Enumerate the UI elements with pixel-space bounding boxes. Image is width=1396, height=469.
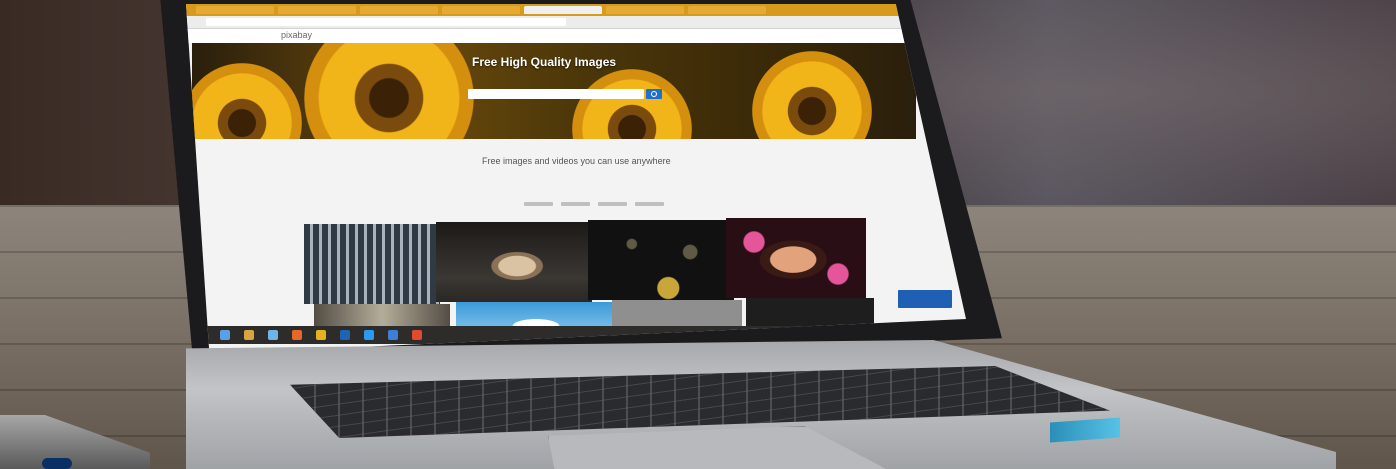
image-thumbnail[interactable] — [436, 222, 592, 302]
browser-tab[interactable] — [278, 6, 356, 14]
filter-tab[interactable] — [524, 202, 553, 206]
app-icon[interactable] — [340, 330, 350, 340]
app-icon[interactable] — [412, 330, 422, 340]
address-bar[interactable] — [206, 18, 566, 26]
filter-tab[interactable] — [561, 202, 590, 206]
site-logo[interactable]: pixabay — [281, 30, 312, 40]
browser-tab-active[interactable] — [524, 6, 602, 14]
sunflower — [572, 69, 692, 139]
app-icon[interactable] — [388, 330, 398, 340]
sunflower — [192, 63, 302, 139]
photo-scene: pixabay Free High Quality Images Free im… — [0, 0, 1396, 469]
hero-search-input[interactable] — [468, 89, 644, 99]
browser-toolbar — [186, 16, 966, 29]
image-thumbnail[interactable] — [304, 224, 440, 304]
app-icon[interactable] — [268, 330, 278, 340]
page-subtitle: Free images and videos you can use anywh… — [482, 156, 671, 166]
browser-tab[interactable] — [606, 6, 684, 14]
browser-tab[interactable] — [688, 6, 766, 14]
browser-tab[interactable] — [196, 6, 274, 14]
cta-button[interactable] — [898, 290, 952, 308]
browser-tab-bar — [186, 4, 966, 16]
image-thumbnail[interactable] — [726, 218, 866, 298]
filter-tab[interactable] — [635, 202, 664, 206]
browser-tab[interactable] — [360, 6, 438, 14]
site-header: pixabay — [186, 29, 966, 43]
browser-tab[interactable] — [442, 6, 520, 14]
laptop-screen: pixabay Free High Quality Images Free im… — [186, 4, 966, 354]
search-icon[interactable] — [646, 89, 662, 99]
device-knob — [42, 458, 72, 469]
hero-title: Free High Quality Images — [472, 55, 617, 69]
sunflower — [304, 43, 474, 139]
image-thumbnail[interactable] — [588, 220, 734, 300]
image-thumbnail[interactable] — [746, 298, 874, 328]
filter-tab[interactable] — [598, 202, 627, 206]
chrome-icon[interactable] — [316, 330, 326, 340]
media-filter-tabs — [524, 202, 664, 210]
firefox-icon[interactable] — [292, 330, 302, 340]
hero-banner: Free High Quality Images — [192, 43, 916, 139]
folder-icon[interactable] — [244, 330, 254, 340]
sunflower — [752, 51, 872, 139]
start-icon[interactable] — [220, 330, 230, 340]
skype-icon[interactable] — [364, 330, 374, 340]
